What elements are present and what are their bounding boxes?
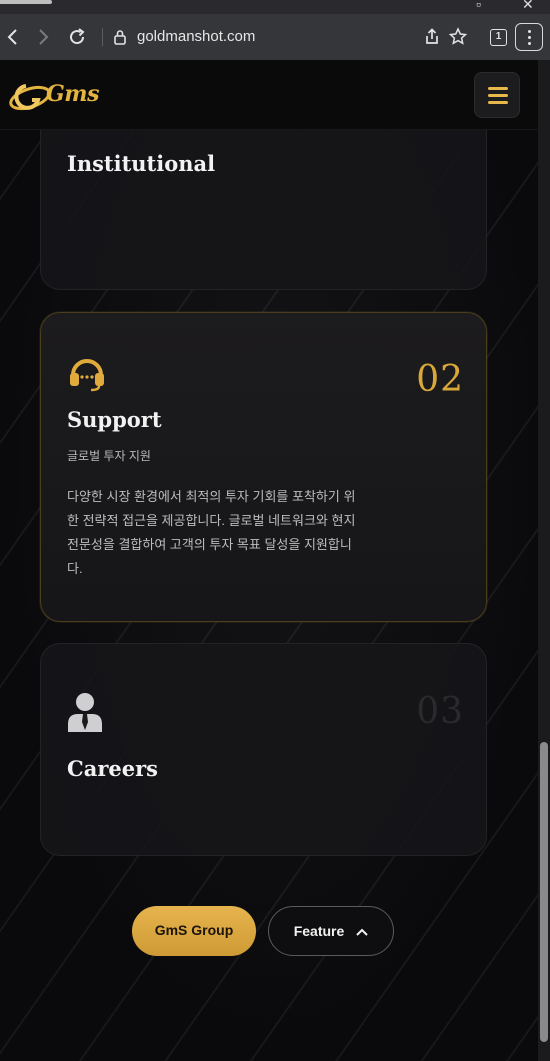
toolbar-separator: [102, 28, 103, 46]
close-icon[interactable]: ✕: [522, 0, 534, 12]
chevron-up-icon: [356, 908, 368, 956]
card-title: Careers: [67, 756, 158, 781]
person-icon: [67, 692, 103, 737]
window-titlebar: ▫ ✕: [0, 0, 550, 14]
logo[interactable]: Gms: [6, 80, 106, 114]
reload-icon[interactable]: [66, 26, 88, 48]
headset-icon: [67, 353, 107, 398]
forward-icon[interactable]: [32, 26, 54, 48]
card-title: Institutional: [67, 151, 216, 176]
card-careers[interactable]: 03 Careers: [40, 643, 487, 856]
feature-button[interactable]: Feature: [268, 906, 394, 956]
menu-toggle-button[interactable]: [474, 72, 520, 118]
site-header: Gms: [0, 60, 550, 130]
gms-group-button[interactable]: GmS Group: [132, 906, 256, 956]
card-number: 03: [416, 691, 464, 732]
page-content: 01 Institutional 02: [0, 60, 550, 1061]
maximize-icon[interactable]: ▫: [476, 0, 481, 12]
card-title: Support: [67, 407, 162, 432]
share-icon[interactable]: [421, 26, 443, 48]
card-description: 다양한 시장 환경에서 최적의 투자 기회를 포착하기 위한 전략적 접근을 제…: [67, 489, 356, 576]
window-slider[interactable]: [0, 0, 52, 4]
card-support[interactable]: 02 Support 글로벌 투자 지원 다양한 시장 환경에서 최적의 투자 …: [40, 312, 487, 622]
address-bar[interactable]: goldmanshot.com: [137, 28, 255, 46]
card-subtitle: 글로벌 투자 지원: [67, 449, 151, 463]
browser-menu-button[interactable]: [515, 23, 543, 51]
browser-toolbar: goldmanshot.com 1: [0, 14, 550, 60]
lock-icon[interactable]: [113, 28, 127, 46]
logo-text: Gms: [46, 81, 99, 107]
bookmark-star-icon[interactable]: [447, 26, 469, 48]
feature-button-label: Feature: [293, 923, 345, 939]
card-number: 02: [416, 359, 464, 400]
scrollbar-thumb[interactable]: [540, 742, 548, 1042]
back-icon[interactable]: [2, 26, 24, 48]
tab-switcher-button[interactable]: 1: [490, 29, 507, 46]
